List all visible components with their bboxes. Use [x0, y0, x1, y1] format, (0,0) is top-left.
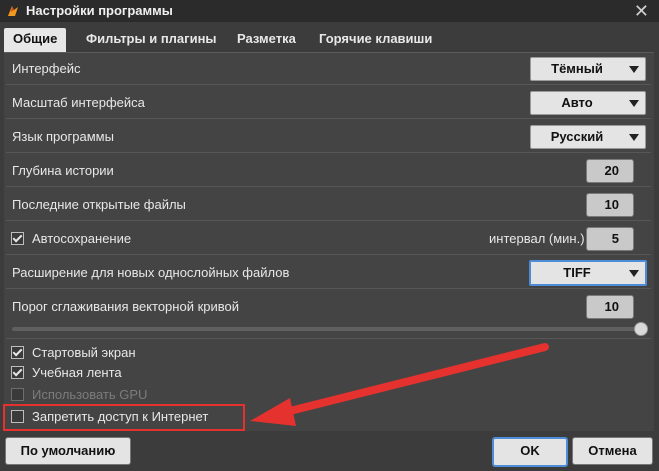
- defaults-button[interactable]: По умолчанию: [5, 437, 131, 465]
- ok-button[interactable]: OK: [492, 437, 568, 467]
- cancel-button[interactable]: Отмена: [572, 437, 653, 465]
- annotation-arrow-icon: [250, 343, 549, 426]
